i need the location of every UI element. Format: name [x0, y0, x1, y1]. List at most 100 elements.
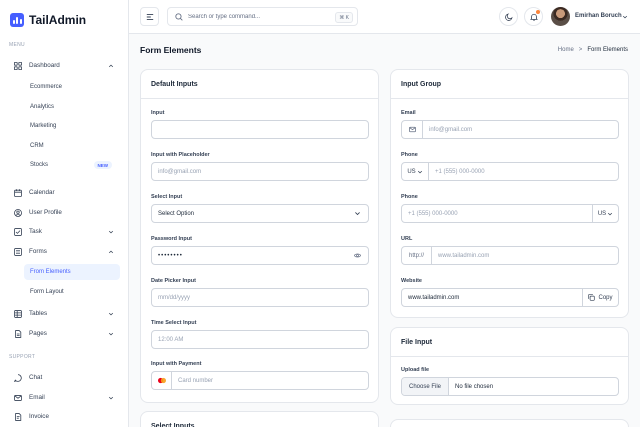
theme-toggle-button[interactable] — [499, 7, 518, 26]
phone-placeholder: +1 (555) 000-0000 — [435, 168, 485, 175]
date-placeholder: mm/dd/yyyy — [158, 294, 191, 301]
url-field[interactable]: http:// www.tailadmin.com — [401, 246, 619, 265]
sidebar-subitem-marketing[interactable]: Marketing — [24, 118, 120, 134]
sidebar-item-label: Invoice — [29, 413, 49, 420]
logo-icon — [10, 13, 24, 27]
copy-button[interactable]: Copy — [582, 289, 618, 306]
time-select-label: Time Select Input — [151, 320, 197, 326]
breadcrumb: Home > Form Elements — [558, 47, 628, 53]
search-bar[interactable]: ⌘ K — [167, 7, 358, 26]
sidebar-item-label: Chat — [29, 374, 43, 381]
url-placeholder: www.tailadmin.com — [438, 252, 490, 259]
notification-dot — [536, 10, 540, 14]
website-field[interactable]: www.tailadmin.com Copy — [401, 288, 619, 307]
website-label: Website — [401, 278, 422, 284]
sidebar-item-dashboard[interactable]: Dashboard — [9, 57, 120, 74]
mail-icon — [14, 394, 22, 402]
chevron-down-icon — [108, 396, 114, 399]
sidebar-item-label: Dashboard — [29, 62, 60, 69]
text-input[interactable] — [151, 120, 369, 139]
file-status: No file chosen — [455, 383, 494, 390]
password-input[interactable]: •••••••• — [151, 246, 369, 265]
sidebar-subitem-form-layout[interactable]: Form Layout — [24, 284, 120, 300]
card-title: File Input — [391, 328, 628, 357]
card-title: Input Group — [391, 70, 628, 99]
user-name[interactable]: Emirhan Boruch — [575, 13, 622, 19]
date-picker-input[interactable]: mm/dd/yyyy — [151, 288, 369, 307]
chevron-down-icon — [608, 212, 613, 215]
email-label: Email — [401, 110, 416, 116]
payment-input[interactable]: Card number — [151, 371, 369, 390]
sidebar-item-chat[interactable]: Chat — [9, 369, 120, 386]
sidebar-subitem-stocks[interactable]: Stocks NEW — [24, 157, 120, 173]
search-input[interactable] — [188, 13, 318, 20]
sidebar-subitem-ecommerce[interactable]: Ecommerce — [24, 79, 120, 95]
chevron-down-icon — [355, 212, 360, 216]
sidebar-item-invoice[interactable]: Invoice — [9, 408, 120, 425]
time-placeholder: 12:00 AM — [158, 336, 184, 343]
chevron-down-icon[interactable] — [622, 14, 628, 20]
sidebar-toggle-button[interactable] — [140, 7, 159, 26]
select-input[interactable]: Select Option — [151, 204, 369, 223]
sidebar: TailAdmin MENU Dashboard Ecommerce Analy… — [0, 0, 129, 427]
calendar-icon — [14, 188, 22, 197]
input-label: Input — [151, 110, 165, 116]
grid-icon — [14, 61, 22, 70]
phone-placeholder: +1 (555) 000-0000 — [408, 210, 458, 217]
placeholder-text: info@gmail.com — [158, 168, 202, 175]
avatar[interactable] — [551, 7, 570, 26]
phone-label: Phone — [401, 152, 418, 158]
app-logo[interactable]: TailAdmin — [10, 13, 86, 27]
pages-icon — [14, 329, 22, 338]
phone-label-2: Phone — [401, 194, 418, 200]
sidebar-item-email[interactable]: Email — [9, 389, 120, 406]
sidebar-subitem-analytics[interactable]: Analytics — [24, 99, 120, 115]
notifications-button[interactable] — [524, 7, 543, 26]
country-code: US — [597, 210, 607, 217]
mail-icon — [402, 121, 423, 138]
phone-field-2[interactable]: +1 (555) 000-0000 US — [401, 204, 619, 223]
time-select-input[interactable]: 12:00 AM — [151, 330, 369, 349]
password-value: •••••••• — [158, 252, 183, 259]
invoice-icon — [14, 412, 22, 421]
form-icon — [14, 247, 22, 256]
page-title: Form Elements — [140, 45, 202, 55]
card-title: Default Inputs — [141, 70, 378, 99]
phone-field[interactable]: US +1 (555) 000-0000 — [401, 162, 619, 181]
sidebar-item-tables[interactable]: Tables — [9, 305, 120, 322]
moon-icon — [504, 12, 513, 21]
email-placeholder: info@gmail.com — [429, 126, 473, 133]
file-input[interactable]: Choose File No file chosen — [401, 377, 619, 396]
select-input-label: Select Input — [151, 194, 183, 200]
chevron-up-icon — [108, 250, 114, 253]
checklist-icon — [14, 227, 22, 236]
sidebar-item-forms[interactable]: Forms — [9, 243, 120, 260]
support-section-label: SUPPORT — [9, 354, 36, 360]
sidebar-item-user-profile[interactable]: User Profile — [9, 204, 120, 221]
card-number-placeholder: Card number — [178, 377, 214, 384]
eye-icon[interactable] — [354, 252, 361, 259]
country-select[interactable]: US — [592, 205, 618, 222]
sidebar-item-calendar[interactable]: Calendar — [9, 184, 120, 201]
sidebar-item-task[interactable]: Task — [9, 223, 120, 240]
date-picker-label: Date Picker Input — [151, 278, 196, 284]
sidebar-item-label: Pages — [29, 330, 47, 337]
next-card — [390, 419, 629, 427]
breadcrumb-home-link[interactable]: Home — [558, 47, 574, 53]
sidebar-subitem-label: Stocks — [30, 162, 49, 168]
sidebar-item-pages[interactable]: Pages — [9, 325, 120, 342]
select-inputs-card: Select Inputs — [140, 411, 379, 427]
sidebar-subitem-crm[interactable]: CRM — [24, 138, 120, 154]
placeholder-input[interactable]: info@gmail.com — [151, 162, 369, 181]
sidebar-subitem-form-elements[interactable]: From Elements — [24, 264, 120, 280]
chevron-up-icon — [108, 64, 114, 67]
url-label: URL — [401, 236, 413, 242]
sidebar-item-label: Task — [29, 228, 42, 235]
chevron-down-icon — [108, 230, 114, 233]
card-title: Select Inputs — [141, 412, 378, 427]
choose-file-button[interactable]: Choose File — [402, 378, 450, 395]
email-field[interactable]: info@gmail.com — [401, 120, 619, 139]
country-select[interactable]: US — [402, 163, 429, 180]
sidebar-item-label: User Profile — [29, 209, 62, 216]
user-circle-icon — [14, 208, 22, 217]
